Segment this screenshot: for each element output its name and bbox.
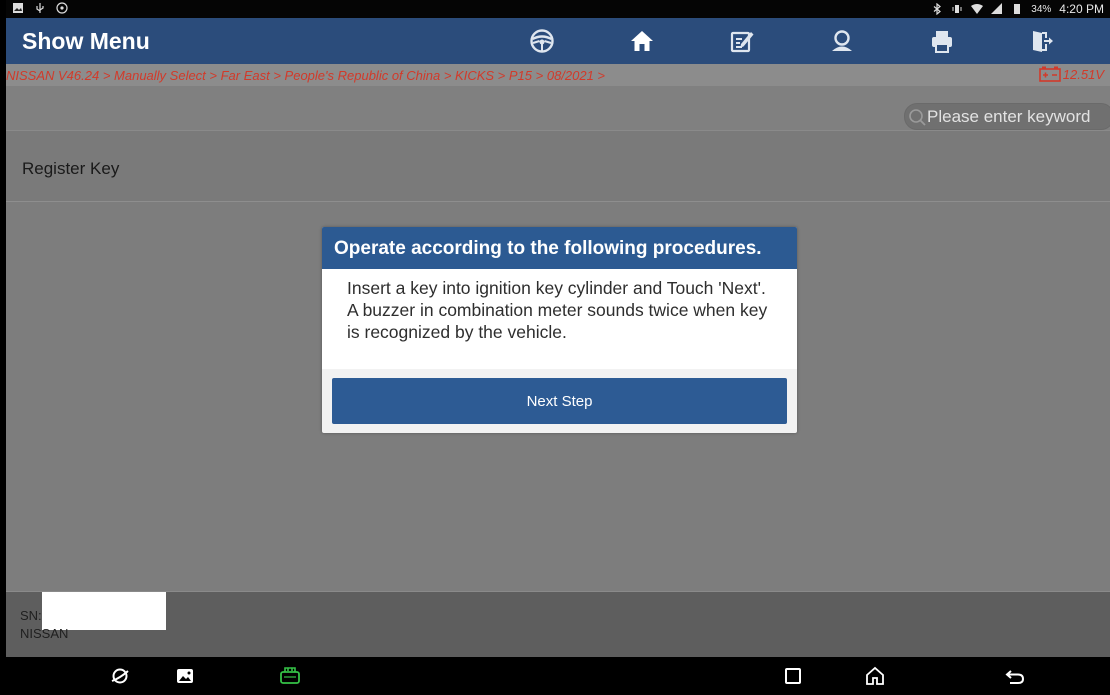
home-icon <box>631 31 653 51</box>
next-step-button[interactable]: Next Step <box>332 378 787 424</box>
breadcrumb: NISSAN V46.24 > Manually Select > Far Ea… <box>6 68 606 83</box>
planet-icon <box>111 668 129 684</box>
home-button[interactable] <box>592 18 692 64</box>
dialog-title: Operate according to the following proce… <box>322 227 797 269</box>
steering-wheel-icon <box>530 29 554 53</box>
edit-report-icon <box>730 31 754 53</box>
recent-apps-button[interactable] <box>779 663 807 689</box>
back-button[interactable] <box>1001 663 1029 689</box>
notification-image-icon <box>13 3 23 13</box>
home-outline-icon <box>866 666 884 685</box>
gallery-button[interactable] <box>171 663 199 689</box>
exit-button[interactable] <box>992 18 1092 64</box>
battery-icon <box>1014 4 1021 14</box>
exit-icon <box>1033 31 1053 52</box>
battery-percent: 34% <box>1031 3 1052 15</box>
report-button[interactable] <box>692 18 792 64</box>
search-row <box>6 86 1110 130</box>
vehicle-info-button[interactable] <box>492 18 592 64</box>
user-button[interactable] <box>792 18 892 64</box>
breadcrumb-bar: NISSAN V46.24 > Manually Select > Far Ea… <box>6 64 1110 86</box>
page-title: Show Menu <box>22 28 150 54</box>
gallery-icon <box>177 669 193 683</box>
serial-number-redaction <box>42 592 166 630</box>
search-icon <box>909 108 926 126</box>
print-button[interactable] <box>892 18 992 64</box>
car-battery-icon <box>1038 66 1061 82</box>
list-item-label: Register Key <box>22 159 120 178</box>
launcher-button[interactable] <box>106 663 134 689</box>
bluetooth-icon <box>933 3 942 15</box>
app-screen: 34% 4:20 PM Show Menu NISSAN V46.24 > Ma… <box>6 0 1110 695</box>
search-box[interactable] <box>904 103 1110 130</box>
battery-voltage: 12.51V <box>1038 66 1104 82</box>
vci-icon <box>280 667 300 684</box>
voltage-value: 12.51V <box>1062 66 1104 82</box>
back-icon <box>1005 670 1025 684</box>
navigation-bar <box>6 657 1110 695</box>
serial-number-label: SN: <box>20 608 42 623</box>
recent-apps-icon <box>785 668 801 684</box>
app-header: Show Menu <box>6 18 1110 64</box>
signal-icon <box>991 3 1003 14</box>
procedure-dialog: Operate according to the following proce… <box>322 227 797 433</box>
wifi-icon <box>971 4 984 14</box>
status-bar: 34% 4:20 PM <box>6 0 1110 18</box>
device-footer: SN: NISSAN <box>6 591 1110 658</box>
settings-badge-icon <box>56 2 68 14</box>
dialog-message: Insert a key into ignition key cylinder … <box>347 278 768 342</box>
usb-icon <box>36 3 44 13</box>
print-icon <box>932 31 952 53</box>
home-nav-button[interactable] <box>861 663 889 689</box>
vibrate-icon <box>952 5 962 13</box>
vci-button[interactable] <box>276 663 304 689</box>
user-icon <box>832 30 852 51</box>
vehicle-make: NISSAN <box>20 626 69 641</box>
dialog-body: Insert a key into ignition key cylinder … <box>322 269 797 369</box>
search-input[interactable] <box>927 106 1107 127</box>
clock: 4:20 PM <box>1059 2 1104 16</box>
list-item-register-key[interactable]: Register Key <box>6 130 1110 202</box>
